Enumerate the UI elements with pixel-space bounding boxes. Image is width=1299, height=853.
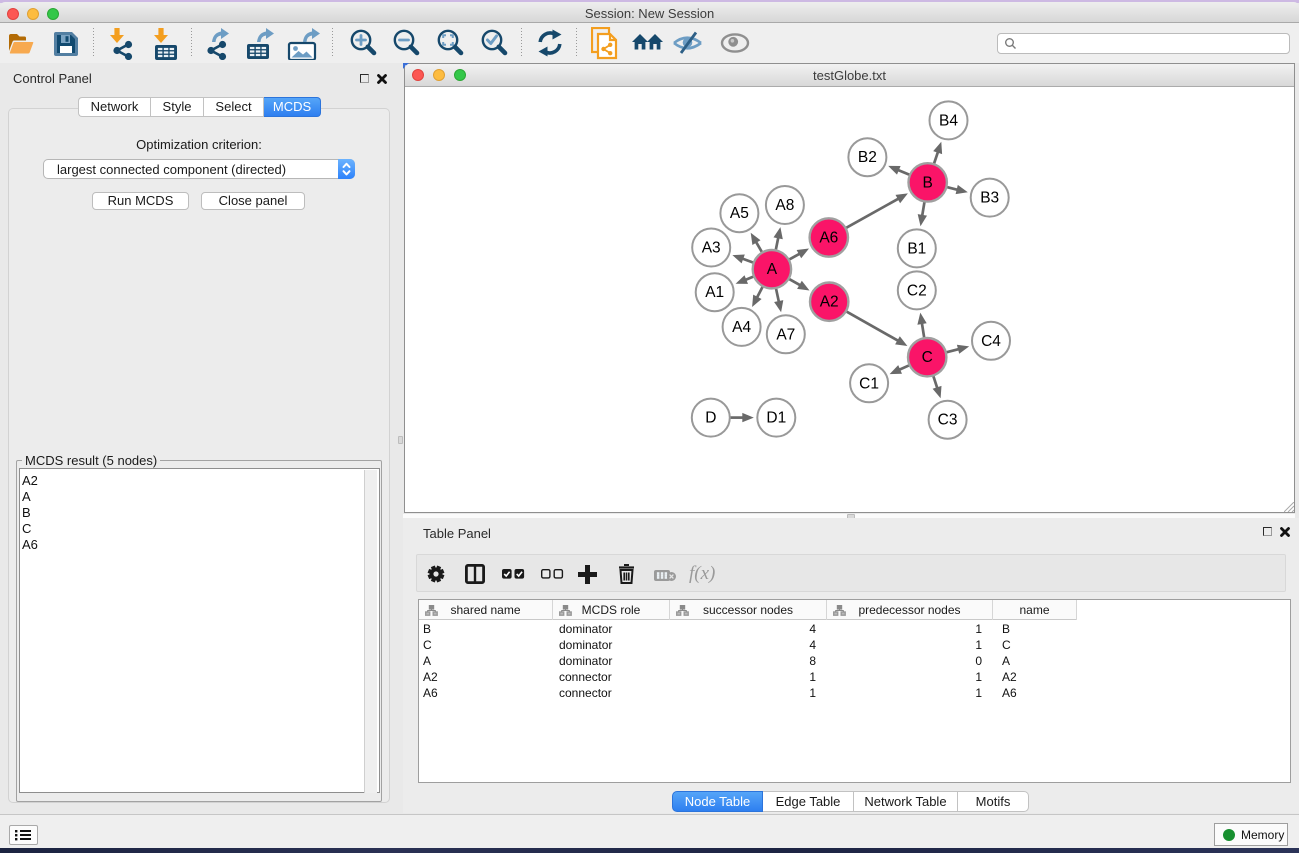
svg-text:C3: C3: [938, 412, 958, 429]
svg-text:D1: D1: [766, 410, 786, 427]
svg-text:C2: C2: [907, 282, 927, 299]
svg-text:B2: B2: [858, 149, 877, 166]
svg-text:C: C: [922, 349, 933, 366]
svg-text:A7: A7: [776, 326, 795, 343]
svg-text:D: D: [705, 410, 716, 427]
svg-text:C1: C1: [859, 375, 879, 392]
svg-text:A4: A4: [732, 319, 751, 336]
svg-text:A: A: [767, 261, 778, 278]
svg-text:A3: A3: [702, 240, 721, 257]
svg-text:B3: B3: [980, 190, 999, 207]
svg-text:A6: A6: [819, 230, 838, 247]
svg-text:B4: B4: [939, 112, 958, 129]
svg-text:B1: B1: [907, 240, 926, 257]
svg-text:A8: A8: [775, 197, 794, 214]
svg-text:A2: A2: [820, 294, 839, 311]
svg-text:C4: C4: [981, 333, 1001, 350]
svg-text:B: B: [923, 174, 933, 191]
svg-text:A5: A5: [730, 205, 749, 222]
svg-text:A1: A1: [705, 284, 724, 301]
